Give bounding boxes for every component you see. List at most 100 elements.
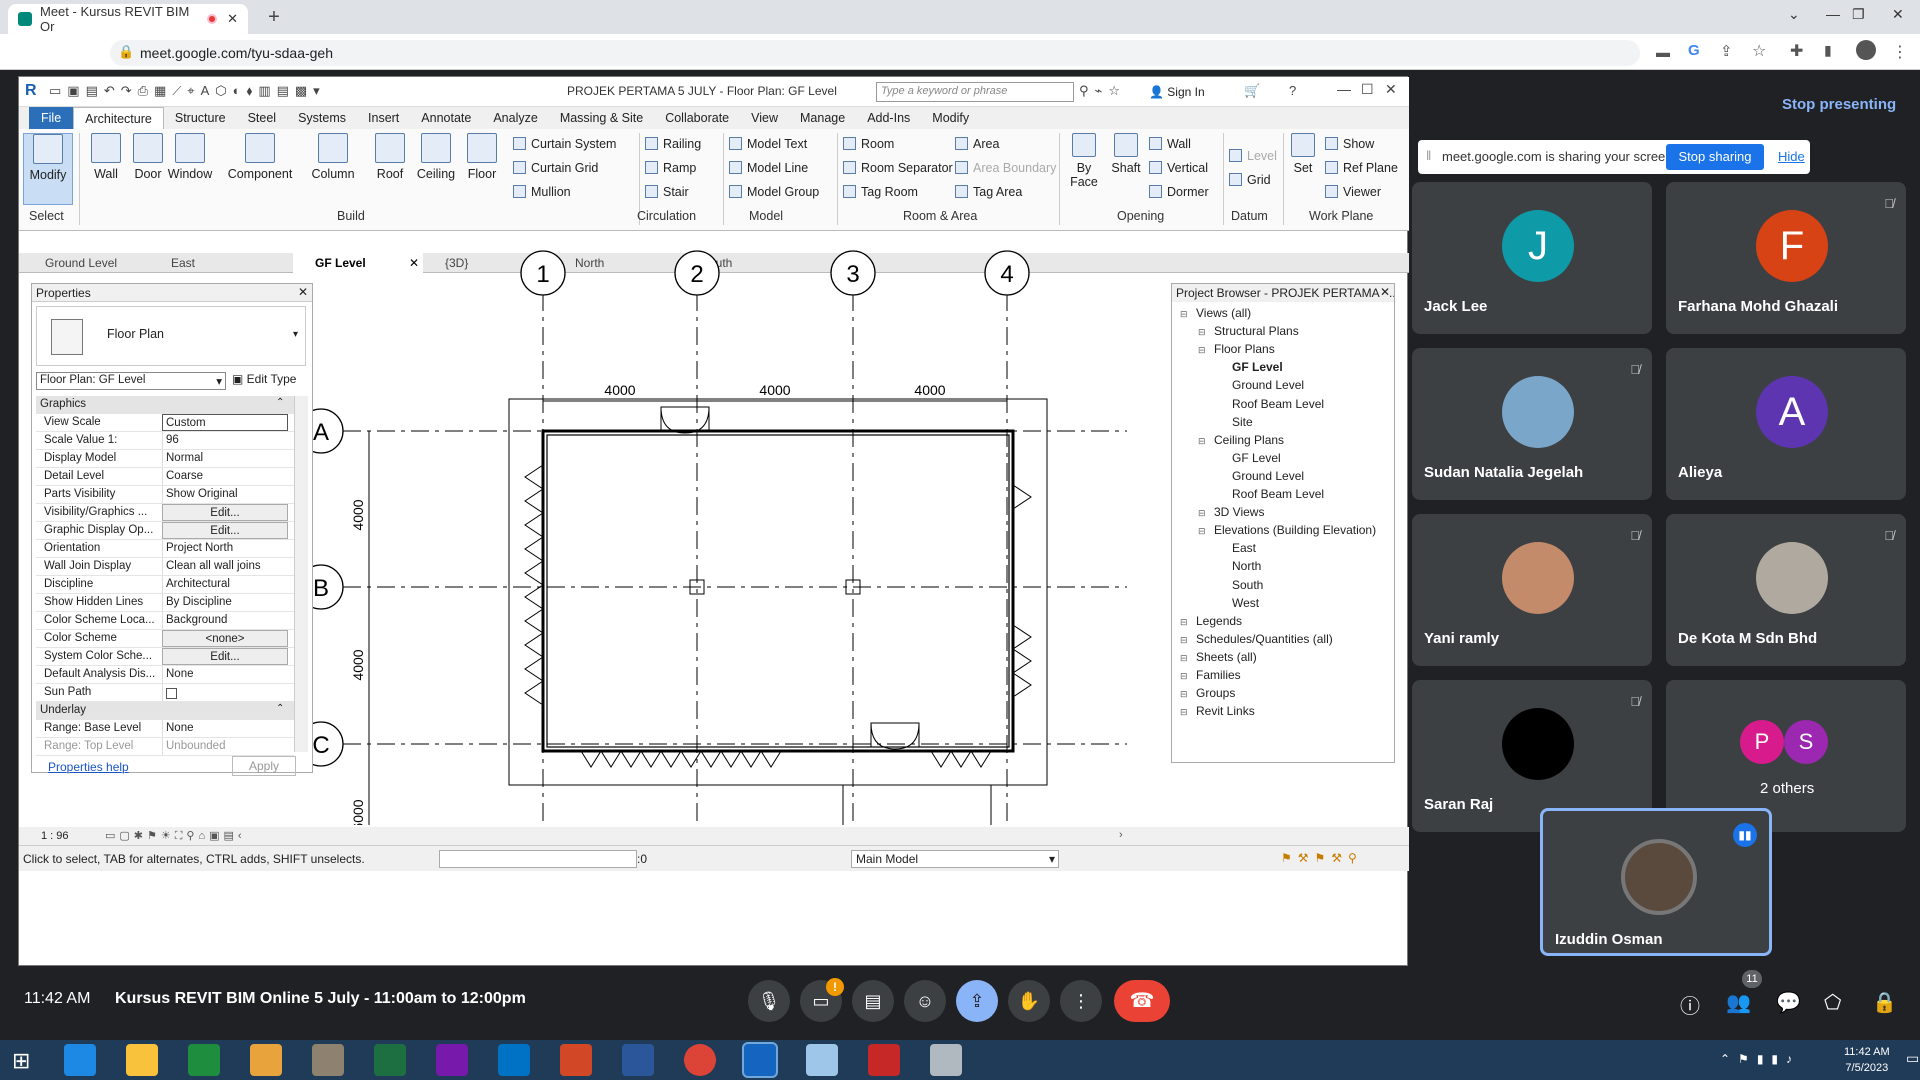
property-value[interactable]: Normal — [162, 450, 288, 467]
search-input[interactable]: Type a keyword or phrase — [876, 82, 1074, 102]
browser-item[interactable]: ⊟ Structural Plans — [1198, 324, 1299, 338]
tag-room-button[interactable]: Tag Room — [843, 185, 918, 199]
property-row[interactable]: Sun Path — [36, 684, 294, 702]
property-value[interactable]: Architectural — [162, 576, 288, 593]
stop-sharing-button[interactable]: Stop sharing — [1666, 144, 1764, 170]
tab-modify[interactable]: Modify — [921, 107, 980, 129]
reactions-button[interactable]: ☺ — [904, 980, 946, 1022]
browser-tab[interactable]: Meet - Kursus REVIT BIM Or ✕ — [8, 4, 248, 34]
ie-icon[interactable] — [64, 1044, 96, 1076]
close-browser-icon[interactable]: ✕ — [1379, 285, 1390, 299]
property-row[interactable]: Detail Level Coarse — [36, 468, 294, 486]
sidepanel-icon[interactable]: ▮ — [1824, 42, 1832, 59]
leave-call-button[interactable]: ☎ — [1114, 980, 1170, 1022]
camera-icon[interactable]: ▬ — [1656, 44, 1670, 60]
revit-icon[interactable] — [742, 1042, 778, 1078]
microphone-button[interactable]: 🎙 — [748, 980, 790, 1022]
close-tab-icon[interactable]: ✕ — [227, 11, 238, 27]
profile-avatar[interactable] — [1856, 40, 1876, 60]
wall-opening-button[interactable]: Wall — [1149, 137, 1191, 151]
participant-tile[interactable]: De Kota M Sdn Bhd 🎙̸ — [1666, 514, 1906, 666]
property-row[interactable]: Visibility/Graphics ... Edit... — [36, 504, 294, 522]
curtain-system-button[interactable]: Curtain System — [513, 137, 616, 151]
present-button[interactable]: ⇪ — [956, 980, 998, 1022]
browser-item[interactable]: South — [1216, 578, 1263, 592]
tab-insert[interactable]: Insert — [357, 107, 410, 129]
browser-item[interactable]: West — [1216, 596, 1259, 610]
sheets-icon[interactable] — [188, 1044, 220, 1076]
tab-steel[interactable]: Steel — [237, 107, 288, 129]
shaft-button[interactable]: Shaft — [1107, 133, 1145, 175]
property-value[interactable]: Coarse — [162, 468, 288, 485]
tab-architecture[interactable]: Architecture — [73, 106, 164, 130]
property-edit-button[interactable]: Edit... — [162, 522, 288, 539]
stair-button[interactable]: Stair — [645, 185, 689, 199]
property-value[interactable]: Clean all wall joins — [162, 558, 288, 575]
room-area-panel-label[interactable]: Room & Area — [903, 209, 977, 223]
room-separator-button[interactable]: Room Separator — [843, 161, 953, 175]
property-row[interactable]: Orientation Project North — [36, 540, 294, 558]
file-explorer-icon[interactable] — [126, 1044, 158, 1076]
browser-item[interactable]: Roof Beam Level — [1216, 487, 1324, 501]
taskbar-clock[interactable]: 11:42 AM 7/5/2023 — [1844, 1044, 1890, 1076]
chat-icon[interactable]: 💬 — [1776, 990, 1801, 1015]
room-button[interactable]: Room — [843, 137, 894, 151]
type-dropdown-icon[interactable]: ▾ — [293, 329, 298, 340]
ceiling-button[interactable]: Ceiling — [411, 133, 461, 181]
curtain-grid-button[interactable]: Curtain Grid — [513, 161, 598, 175]
property-section[interactable]: Graphics ⌃ — [36, 396, 294, 414]
tab-annotate[interactable]: Annotate — [410, 107, 482, 129]
tab-collaborate[interactable]: Collaborate — [654, 107, 740, 129]
browser-item[interactable]: East — [1216, 541, 1256, 555]
google-icon[interactable]: G — [1688, 42, 1700, 59]
tab-structure[interactable]: Structure — [164, 107, 237, 129]
revit-logo-icon[interactable]: R — [25, 82, 37, 100]
tab-massing-site[interactable]: Massing & Site — [549, 107, 654, 129]
edit-type-button[interactable]: ▣ Edit Type — [232, 372, 296, 386]
powerpoint-icon[interactable] — [560, 1044, 592, 1076]
grid-button[interactable]: Grid — [1229, 173, 1271, 187]
new-tab-button[interactable]: + — [260, 6, 288, 30]
window-button[interactable]: Window — [165, 133, 215, 181]
instance-selector[interactable]: Floor Plan: GF Level ▾ — [36, 372, 226, 390]
property-row[interactable]: System Color Sche... Edit... — [36, 648, 294, 666]
ref-plane-button[interactable]: Ref Plane — [1325, 161, 1398, 175]
app-icon[interactable] — [930, 1044, 962, 1076]
selection-filter-icons[interactable]: ⚑⚒⚑⚒⚲ — [1281, 851, 1363, 865]
activities-icon[interactable]: ⬠ — [1824, 990, 1841, 1015]
browser-item[interactable]: ⊟ 3D Views — [1198, 505, 1264, 519]
property-row[interactable]: Scale Value 1: 96 — [36, 432, 294, 450]
property-value[interactable]: By Discipline — [162, 594, 288, 611]
property-row[interactable]: Parts Visibility Show Original — [36, 486, 294, 504]
browser-item[interactable]: Site — [1216, 415, 1253, 429]
property-row[interactable]: Range: Top Level Unbounded — [36, 738, 294, 756]
revit-minimize-icon[interactable]: — — [1337, 81, 1351, 97]
browser-item[interactable]: Ground Level — [1216, 469, 1304, 483]
tab-view[interactable]: View — [740, 107, 789, 129]
close-window-icon[interactable]: ✕ — [1892, 6, 1904, 23]
browser-item[interactable]: Roof Beam Level — [1216, 397, 1324, 411]
area-button[interactable]: Area — [955, 137, 999, 151]
property-row[interactable]: Color Scheme Loca... Background — [36, 612, 294, 630]
browser-item[interactable]: GF Level — [1216, 451, 1281, 465]
tab-add-ins[interactable]: Add-Ins — [856, 107, 921, 129]
people-icon[interactable]: 👥 — [1726, 990, 1751, 1015]
browser-item[interactable]: ⊟ Legends — [1180, 614, 1242, 628]
set-button[interactable]: Set — [1285, 133, 1321, 175]
tab-systems[interactable]: Systems — [287, 107, 357, 129]
participant-tile[interactable]: Yani ramly 🎙̸ — [1412, 514, 1652, 666]
tab-manage[interactable]: Manage — [789, 107, 856, 129]
minimize-icon[interactable]: — — [1826, 6, 1840, 22]
property-section[interactable]: Underlay ⌃ — [36, 702, 294, 720]
property-edit-button[interactable]: <none> — [162, 630, 288, 647]
revit-maximize-icon[interactable]: ☐ — [1361, 81, 1374, 98]
infocenter-icons[interactable]: ⚲⌁☆ — [1079, 83, 1126, 99]
roof-button[interactable]: Roof — [365, 133, 415, 181]
collapse-icon[interactable]: ⌃ — [276, 703, 284, 714]
windows-start-icon[interactable]: ⊞ — [12, 1048, 30, 1074]
captions-button[interactable]: ▤ — [852, 980, 894, 1022]
browser-item[interactable]: ⊟ Floor Plans — [1198, 342, 1275, 356]
close-properties-icon[interactable]: ✕ — [298, 285, 308, 299]
design-option-dropdown[interactable]: Main Model ▾ — [851, 850, 1059, 868]
property-value[interactable]: Custom — [162, 414, 288, 431]
